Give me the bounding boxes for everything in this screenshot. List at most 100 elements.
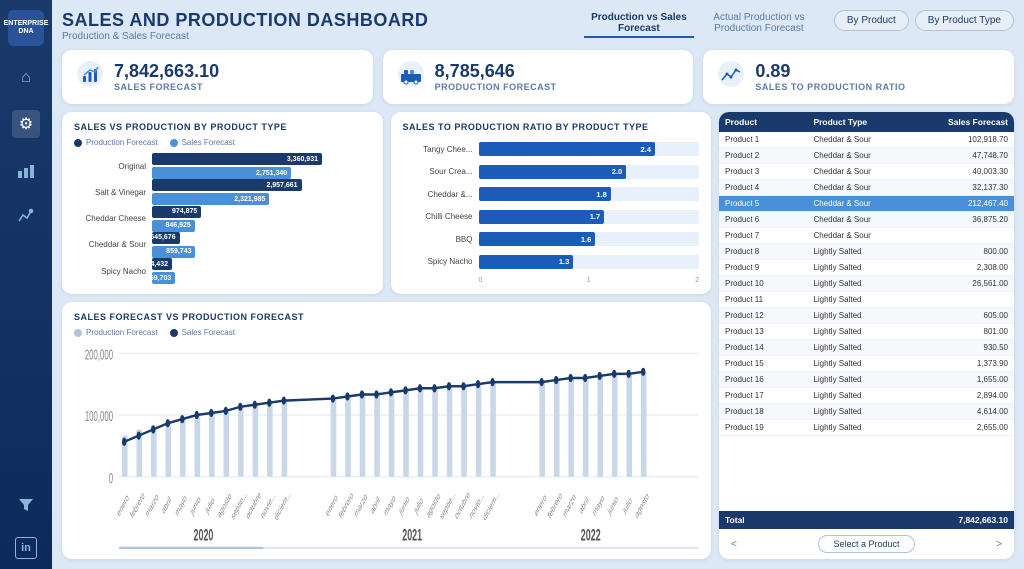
production-forecast-icon [397, 60, 425, 94]
ratio-value: 0.89 [755, 62, 905, 82]
middle-row: SALES VS PRODUCTION BY PRODUCT TYPE Prod… [62, 112, 1014, 559]
td-sales: 605.00 [920, 311, 1008, 320]
ratio-row: Sour Crea...2.0 [403, 165, 700, 179]
table-row[interactable]: Product 14Lightly Salted930.50 [719, 340, 1014, 356]
home-icon[interactable]: ⌂ [12, 64, 40, 92]
legend-label-sales: Sales Forecast [182, 138, 235, 147]
prod-bar: 545,676 [152, 232, 180, 244]
tf-total-sales: 7,842,663.10 [920, 515, 1008, 525]
by-product-type-button[interactable]: By Product Type [915, 10, 1014, 31]
by-product-button[interactable]: By Product [834, 10, 909, 31]
td-type: Lightly Salted [813, 423, 919, 432]
table-row[interactable]: Product 2Cheddar & Sour47,748.70 [719, 148, 1014, 164]
table-row[interactable]: Product 15Lightly Salted1,373.90 [719, 356, 1014, 372]
header: SALES AND PRODUCTION DASHBOARD Productio… [62, 10, 1014, 42]
td-type: Lightly Salted [813, 247, 919, 256]
factory-icon[interactable] [12, 156, 40, 184]
ratio-row: Tangy Chee...2.4 [403, 142, 700, 156]
svg-text:abril: abril [161, 495, 173, 517]
td-type: Lightly Salted [813, 375, 919, 384]
select-product-button[interactable]: Select a Product [818, 535, 914, 553]
td-type: Lightly Salted [813, 407, 919, 416]
table-row[interactable]: Product 11Lightly Salted [719, 292, 1014, 308]
table-row[interactable]: Product 18Lightly Salted4,614.00 [719, 404, 1014, 420]
table-row[interactable]: Product 8Lightly Salted800.00 [719, 244, 1014, 260]
legend-label-forecast-prod: Production Forecast [86, 328, 158, 337]
forecast-legend-prod: Production Forecast [74, 328, 158, 337]
td-type: Lightly Salted [813, 263, 919, 272]
table-nav-left[interactable]: < [725, 537, 743, 552]
legend-prod-forecast: Production Forecast [74, 138, 158, 147]
legend-sales-forecast: Sales Forecast [170, 138, 235, 147]
filter-icon[interactable] [12, 491, 40, 519]
sidebar: ENTERPRISEDNA ⌂ ⚙ in [0, 0, 52, 569]
td-product: Product 2 [725, 151, 813, 160]
td-sales: 4,614.00 [920, 407, 1008, 416]
page-subtitle: Production & Sales Forecast [62, 31, 564, 42]
th-type: Product Type [813, 117, 919, 127]
sales-bar: 859,743 [152, 246, 195, 258]
sales-forecast-label: SALES FORECAST [114, 82, 219, 92]
sales-vs-production-legend: Production Forecast Sales Forecast [74, 138, 371, 147]
svg-text:0: 0 [109, 472, 113, 487]
svg-text:febrero: febrero [547, 490, 564, 521]
table-body[interactable]: Product 1Cheddar & Sour102,918.70Product… [719, 132, 1014, 511]
ratio-row-label: Sour Crea... [403, 167, 473, 176]
td-product: Product 1 [725, 135, 813, 144]
svg-text:200,000: 200,000 [85, 348, 113, 363]
td-sales: 36,875.20 [920, 215, 1008, 224]
table-row[interactable]: Product 6Cheddar & Sour36,875.20 [719, 212, 1014, 228]
legend-label-forecast-sales: Sales Forecast [182, 328, 235, 337]
table-row[interactable]: Product 13Lightly Salted801.00 [719, 324, 1014, 340]
chart-icon[interactable] [12, 202, 40, 230]
svg-text:diciem...: diciem... [273, 488, 292, 523]
td-product: Product 14 [725, 343, 813, 352]
table-row[interactable]: Product 7Cheddar & Sour [719, 228, 1014, 244]
td-sales: 102,918.70 [920, 135, 1008, 144]
prod-bar: 394,432 [152, 258, 172, 270]
td-product: Product 3 [725, 167, 813, 176]
td-product: Product 13 [725, 327, 813, 336]
table-row[interactable]: Product 1Cheddar & Sour102,918.70 [719, 132, 1014, 148]
td-sales: 2,308.00 [920, 263, 1008, 272]
td-type: Lightly Salted [813, 327, 919, 336]
table-row[interactable]: Product 17Lightly Salted2,894.00 [719, 388, 1014, 404]
bar-row: Salt & Vinegar2,957,6612,321,985 [74, 179, 371, 205]
td-type: Lightly Salted [813, 359, 919, 368]
forecast-svg: 200,000 100,000 0 [74, 343, 699, 549]
td-type: Lightly Salted [813, 279, 919, 288]
app-logo: ENTERPRISEDNA [8, 10, 44, 46]
td-product: Product 10 [725, 279, 813, 288]
table-nav-right[interactable]: > [990, 537, 1008, 552]
linkedin-icon[interactable]: in [15, 537, 37, 559]
table-row[interactable]: Product 16Lightly Salted1,655.00 [719, 372, 1014, 388]
tab-production-vs-sales[interactable]: Production vs Sales Forecast [584, 10, 694, 38]
table-row[interactable]: Product 10Lightly Salted26,561.00 [719, 276, 1014, 292]
table-row[interactable]: Product 9Lightly Salted2,308.00 [719, 260, 1014, 276]
td-product: Product 18 [725, 407, 813, 416]
table-row[interactable]: Product 12Lightly Salted605.00 [719, 308, 1014, 324]
settings-icon[interactable]: ⚙ [12, 110, 40, 138]
table-bottom: < Select a Product > [719, 529, 1014, 559]
svg-text:2020: 2020 [194, 526, 214, 545]
kpi-production-forecast: 8,785,646 PRODUCTION FORECAST [383, 50, 694, 104]
table-row[interactable]: Product 5Cheddar & Sour212,467.40 [719, 196, 1014, 212]
svg-text:mayo: mayo [174, 492, 188, 518]
legend-dot-prod [74, 139, 82, 147]
table-row[interactable]: Product 3Cheddar & Sour40,003.30 [719, 164, 1014, 180]
tab-actual-vs-forecast[interactable]: Actual Production vs Production Forecast [704, 10, 814, 36]
table-row[interactable]: Product 4Cheddar & Sour32,137.30 [719, 180, 1014, 196]
td-type: Lightly Salted [813, 295, 919, 304]
production-forecast-label: PRODUCTION FORECAST [435, 82, 557, 92]
ratio-row-label: Tangy Chee... [403, 145, 473, 154]
td-sales: 2,894.00 [920, 391, 1008, 400]
ratio-row-label: Cheddar &... [403, 190, 473, 199]
bar-row-label: Cheddar Cheese [74, 214, 146, 223]
svg-text:septie...: septie... [230, 489, 248, 522]
td-type: Cheddar & Sour [813, 151, 919, 160]
td-type: Cheddar & Sour [813, 183, 919, 192]
forecast-legend-sales: Sales Forecast [170, 328, 235, 337]
table-row[interactable]: Product 19Lightly Salted2,655.00 [719, 420, 1014, 436]
svg-text:diciem...: diciem... [482, 488, 501, 523]
td-type: Cheddar & Sour [813, 231, 919, 240]
